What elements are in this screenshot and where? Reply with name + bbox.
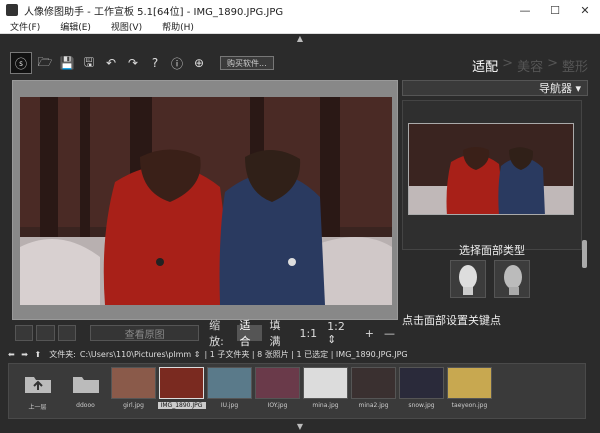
thumbnail-image [447, 367, 492, 399]
close-button[interactable]: ✕ [570, 0, 600, 20]
collapse-top-icon[interactable]: ▲ [292, 34, 308, 44]
face-type-side-button[interactable] [494, 260, 530, 298]
panel-scrollbar[interactable] [582, 240, 587, 268]
save-icon[interactable]: 💾 [58, 54, 76, 72]
keypoint-hint: 点击面部设置关键点 [402, 314, 501, 327]
save-as-icon[interactable]: 🖫 [80, 54, 98, 72]
navigator-thumbnail[interactable] [408, 123, 574, 215]
info-icon[interactable]: ⓘ [168, 54, 186, 72]
up-folder-icon [15, 367, 60, 399]
thumbnail-label: mina2.jpg [358, 402, 389, 409]
folder-path-select[interactable]: C:\Users\110\Pictures\plmm ⇕ [80, 350, 201, 359]
collapse-bottom-icon[interactable]: ▼ [292, 422, 308, 432]
thumbnail-label: snow.jpg [408, 402, 435, 409]
face-side-icon [504, 265, 522, 295]
path-nav-icons[interactable]: ⬅ ➡ ⬆ [8, 350, 43, 359]
step-beauty[interactable]: 美容 [517, 56, 543, 75]
app-logo-icon: ⓢ [10, 52, 32, 74]
face-type-label: 选择面部类型 [459, 244, 525, 257]
thumbnail-image [255, 367, 300, 399]
thumbnail-image [207, 367, 252, 399]
thumbnail-image [351, 367, 396, 399]
minimize-button[interactable]: — [510, 0, 540, 20]
thumbnail-label: 上一层 [28, 404, 47, 411]
split-view-button[interactable] [36, 325, 55, 341]
plugin-icon[interactable]: ⊕ [190, 54, 208, 72]
workflow-steps: 适配 > 美容 > 整形 [472, 56, 588, 75]
navigator-box [402, 100, 582, 250]
thumbnail-item[interactable]: taeyeon.jpg [447, 367, 492, 409]
buy-software-button[interactable]: 购买软件... [220, 56, 274, 70]
menu-edit[interactable]: 编辑(E) [60, 20, 91, 33]
thumbnail-image [303, 367, 348, 399]
face-front-icon [459, 265, 477, 295]
image-canvas[interactable] [12, 80, 398, 320]
menu-file[interactable]: 文件(F) [10, 20, 40, 33]
redo-icon[interactable]: ↷ [124, 54, 142, 72]
thumbnail-item[interactable]: 上一层 [15, 367, 60, 411]
zoom-fit-button[interactable]: 适合 [236, 319, 263, 348]
open-folder-icon[interactable]: 🗁 [36, 54, 54, 72]
navigator-panel: 导航器 ▾ 选择面部类型 点击面部设置关键点 [402, 80, 588, 342]
window-title: 人像修图助手 - 工作宣板 5.1[64位] - IMG_1890.JPG.JP… [24, 6, 284, 18]
navigator-header[interactable]: 导航器 ▾ [402, 80, 588, 96]
filmstrip: 上一层 ddooo girl.jpg IMG_1890.JPG IU.jpg IOY.jp… [8, 363, 586, 419]
single-view-button[interactable] [15, 325, 34, 341]
view-original-button[interactable]: 查看原图 [90, 325, 200, 341]
view-controls: 查看原图 缩放: 适合 填满 1:1 1:2 ⇕ + — [12, 319, 398, 348]
thumbnail-item[interactable]: IMG_1890.JPG [157, 367, 206, 409]
step-separator: > [502, 56, 514, 71]
thumbnail-label: girl.jpg [123, 402, 144, 409]
main-photo [20, 97, 392, 305]
title-bar: 人像修图助手 - 工作宣板 5.1[64位] - IMG_1890.JPG.JP… [0, 0, 600, 20]
thumbnail-item[interactable]: mina2.jpg [351, 367, 396, 409]
zoom-fill-button[interactable]: 填满 [266, 319, 292, 348]
thumbnail-image [399, 367, 444, 399]
zoom-1-2-select[interactable]: 1:2 ⇕ [324, 320, 358, 346]
menu-view[interactable]: 视图(V) [111, 20, 142, 33]
thumbnail-item[interactable]: mina.jpg [303, 367, 348, 409]
app-window: 人像修图助手 - 工作宣板 5.1[64位] - IMG_1890.JPG.JP… [0, 0, 600, 433]
thumbnail-label: ddooo [76, 402, 95, 409]
thumbnail-label: IMG_1890.JPG [157, 402, 206, 409]
zoom-in-button[interactable]: + [362, 325, 377, 341]
folder-label: 文件夹: [49, 349, 76, 359]
thumbnail-item[interactable]: snow.jpg [399, 367, 444, 409]
thumbnail-item[interactable]: ddooo [63, 367, 108, 409]
undo-icon[interactable]: ↶ [102, 54, 120, 72]
menu-bar: 文件(F) 编辑(E) 视图(V) 帮助(H) [0, 20, 600, 34]
stack-view-button[interactable] [57, 325, 77, 341]
thumbnail-label: IOY.jpg [267, 402, 288, 409]
zoom-label: 缩放: [209, 319, 224, 348]
thumbnail-label: taeyeon.jpg [451, 402, 488, 409]
folder-icon [63, 367, 108, 399]
zoom-out-button[interactable]: — [381, 325, 398, 341]
folder-status: | 1 子文件夹 | 8 张照片 | 1 已选定 | IMG_1890.JPG.… [204, 349, 408, 359]
app-icon [6, 4, 18, 16]
step-separator: > [547, 56, 558, 71]
help-icon[interactable]: ? [146, 54, 164, 72]
zoom-1-1-button[interactable]: 1:1 [296, 325, 320, 341]
thumbnail-item[interactable]: IOY.jpg [255, 367, 300, 409]
path-bar: ⬅ ➡ ⬆ 文件夹: C:\Users\110\Pictures\plmm ⇕ … [0, 347, 600, 361]
thumbnail-item[interactable]: girl.jpg [111, 367, 156, 409]
maximize-button[interactable]: ☐ [540, 0, 570, 20]
thumbnail-label: IU.jpg [220, 402, 239, 409]
step-fit[interactable]: 适配 [472, 56, 498, 75]
thumbnail-image [111, 367, 156, 399]
step-reshape[interactable]: 整形 [562, 56, 588, 75]
thumbnail-item[interactable]: IU.jpg [207, 367, 252, 409]
thumbnail-image [159, 367, 204, 399]
face-type-front-button[interactable] [450, 260, 486, 298]
menu-help[interactable]: 帮助(H) [162, 20, 194, 33]
thumbnail-label: mina.jpg [312, 402, 339, 409]
